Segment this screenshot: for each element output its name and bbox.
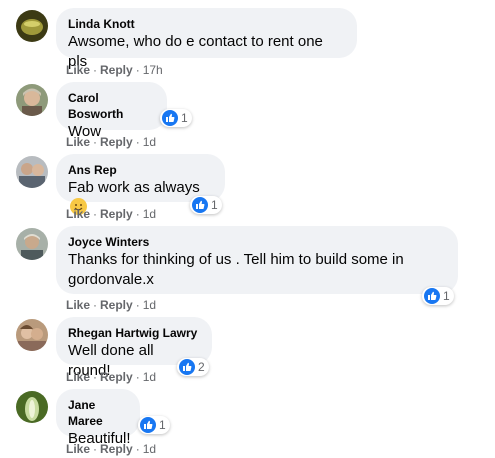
comment-actions: Like · Reply · 1d [66,135,157,149]
reaction-count[interactable]: 1 [160,109,192,127]
commenter-name[interactable]: Rhegan Hartwig Lawry [68,325,200,341]
timestamp[interactable]: 1d [143,370,156,384]
reply-button[interactable]: Reply [100,442,133,456]
reaction-count-number: 1 [443,289,450,303]
reaction-count-number: 1 [211,198,218,212]
reply-button[interactable]: Reply [100,135,133,149]
avatar[interactable] [16,156,48,188]
like-reaction-icon [424,288,440,304]
reaction-count-number: 1 [181,111,188,125]
like-button[interactable]: Like [66,370,90,384]
like-reaction-icon [192,197,208,213]
reaction-count-number: 1 [159,418,166,432]
commenter-name[interactable]: Linda Knott [68,16,345,32]
reply-button[interactable]: Reply [100,63,133,77]
reply-button[interactable]: Reply [100,207,133,221]
like-button[interactable]: Like [66,298,90,312]
comment-bubble: Joyce Winters Thanks for thinking of us … [56,226,458,294]
reply-button[interactable]: Reply [100,298,133,312]
reaction-count[interactable]: 1 [190,196,222,214]
commenter-name[interactable]: Carol Bosworth [68,90,155,122]
like-button[interactable]: Like [66,207,90,221]
reply-button[interactable]: Reply [100,370,133,384]
avatar[interactable] [16,10,48,42]
reaction-count-number: 2 [198,360,205,374]
timestamp[interactable]: 17h [143,63,163,77]
like-reaction-icon [179,359,195,375]
like-button[interactable]: Like [66,135,90,149]
reaction-count[interactable]: 1 [422,287,454,305]
avatar[interactable] [16,319,48,351]
commenter-name[interactable]: Jane Maree [68,397,128,429]
commenter-name[interactable]: Ans Rep [68,162,213,178]
avatar[interactable] [16,228,48,260]
timestamp[interactable]: 1d [143,135,156,149]
like-reaction-icon [162,110,178,126]
comment-actions: Like · Reply · 1d [66,207,157,221]
commenter-name[interactable]: Joyce Winters [68,234,446,250]
comment-actions: Like · Reply · 1d [66,298,157,312]
comment-text-line-2: gordonvale.x [68,271,154,288]
like-button[interactable]: Like [66,63,90,77]
reaction-count[interactable]: 1 [138,416,170,434]
reaction-count[interactable]: 2 [177,358,209,376]
like-reaction-icon [140,417,156,433]
comment-actions: Like · Reply · 17h [66,63,163,77]
comment-actions: Like · Reply · 1d [66,442,157,456]
avatar[interactable] [16,391,48,423]
timestamp[interactable]: 1d [143,442,156,456]
comment-text-line-1: Thanks for thinking of us . Tell him to … [68,251,404,268]
like-button[interactable]: Like [66,442,90,456]
comment-bubble: Carol Bosworth Wow [56,82,167,140]
timestamp[interactable]: 1d [143,207,156,221]
comment-bubble: Linda Knott Awsome, who do e contact to … [56,8,357,70]
comment-bubble: Ans Rep Fab work as always [56,154,225,215]
comment-actions: Like · Reply · 1d [66,370,157,384]
comment-bubble: Jane Maree Beautiful! [56,389,140,447]
timestamp[interactable]: 1d [143,298,156,312]
avatar[interactable] [16,84,48,116]
